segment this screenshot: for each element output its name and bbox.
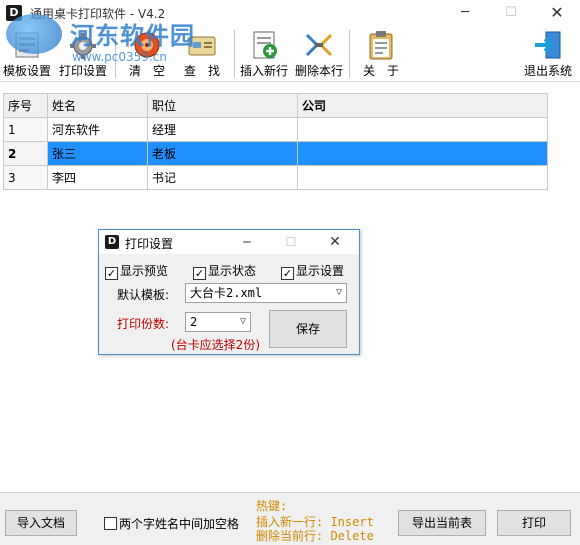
name-space-checkbox[interactable]: 两个字姓名中间加空格 [104,515,239,531]
dialog-title-bar[interactable]: D 打印设置 ─ ☐ ✕ [99,230,359,254]
table-row-selected[interactable]: 2 张三 老板 [3,141,548,166]
show-status-label: 显示状态 [208,264,257,278]
cell-position[interactable]: 经理 [147,117,298,142]
checkbox-checked-icon: ✓ [281,267,294,280]
print-settings-dialog: D 打印设置 ─ ☐ ✕ ✓ 显示预览 ✓ 显示状态 ✓ 显示设置 默认模板: 大台卡… [98,229,360,355]
show-status-checkbox[interactable]: ✓ 显示状态 [193,262,257,280]
close-button[interactable]: ✕ [534,0,580,26]
toolbar-separator [115,30,116,78]
copies-select-value: 2 [190,315,198,329]
print-settings-label: 打印设置 [58,64,107,78]
show-settings-label: 显示设置 [296,264,345,278]
insert-row-label: 插入新行 [239,64,288,78]
insert-row-button[interactable]: 插入新行 [237,26,291,82]
table-row[interactable]: 3 李四 书记 [3,165,548,190]
cell-index[interactable]: 1 [3,117,48,142]
name-space-label: 两个字姓名中间加空格 [119,517,240,531]
dialog-logo-icon: D [105,235,119,249]
save-button[interactable]: 保存 [269,310,347,348]
column-header-name[interactable]: 姓名 [47,93,148,118]
exit-button[interactable]: 退出系统 [520,26,576,82]
exit-label: 退出系统 [523,64,572,78]
cell-company[interactable] [297,165,548,190]
about-label: 关 于 [362,64,399,78]
template-select-value: 大台卡2.xml [190,286,263,300]
template-label: 默认模板: [117,288,170,302]
clear-label: 清 空 [128,64,165,78]
delete-row-icon [305,33,333,57]
grid-header-row: 序号 姓名 职位 公司 [3,93,548,118]
print-settings-button[interactable]: 打印设置 [56,26,110,82]
column-header-company[interactable]: 公司 [297,93,548,118]
copies-select[interactable]: 2 ▽ [185,312,251,332]
show-preview-checkbox[interactable]: ✓ 显示预览 [105,262,169,280]
show-preview-label: 显示预览 [120,264,169,278]
app-logo-icon: D [6,5,22,21]
template-settings-label: 模板设置 [2,64,51,78]
clipboard-icon [369,31,393,60]
dialog-minimize-button[interactable]: ─ [227,230,267,254]
template-icon [15,32,39,58]
toolbar-separator [234,30,235,78]
show-settings-checkbox[interactable]: ✓ 显示设置 [281,262,345,280]
toolbar-separator [349,30,350,78]
cell-index[interactable]: 2 [3,141,48,166]
exit-icon [535,31,561,59]
export-table-button[interactable]: 导出当前表 [398,510,486,536]
cell-index[interactable]: 3 [3,165,48,190]
dialog-close-button[interactable]: ✕ [315,230,355,254]
checkbox-checked-icon: ✓ [193,267,206,280]
delete-row-button[interactable]: 删除本行 [292,26,346,82]
bottom-bar: 导入文档 两个字姓名中间加空格 热键: 插入新一行: Insert 删除当前行:… [0,492,580,545]
title-bar: D 通用桌卡打印软件 - V4.2 ─ ☐ ✕ [0,0,580,26]
copies-label: 打印份数: [117,317,170,331]
cell-company[interactable] [297,117,548,142]
toolbar: 模板设置 打印设置 清 空 查 找 插入新行 删除本行 关 于 退出系统 [0,26,580,82]
insert-row-icon [253,31,277,59]
template-settings-button[interactable]: 模板设置 [0,26,54,82]
data-grid[interactable]: 序号 姓名 职位 公司 1 河东软件 经理 2 张三 老板 3 李四 书记 [3,93,548,190]
about-button[interactable]: 关 于 [352,26,410,82]
cell-name[interactable]: 李四 [47,165,148,190]
dialog-maximize-button[interactable]: ☐ [271,230,311,254]
find-label: 查 找 [183,64,220,78]
template-select[interactable]: 大台卡2.xml ▽ [185,283,347,303]
hotkey-delete: 删除当前行: Delete [256,529,374,543]
gear-icon [70,33,96,59]
table-row[interactable]: 1 河东软件 经理 [3,117,548,142]
cell-position[interactable]: 书记 [147,165,298,190]
maximize-button[interactable]: ☐ [488,0,534,26]
window-title: 通用桌卡打印软件 - V4.2 [30,7,166,21]
dialog-title: 打印设置 [125,237,174,251]
column-header-index[interactable]: 序号 [3,93,48,118]
copies-hint: (台卡应选择2份) [171,338,260,352]
cell-company[interactable] [297,141,548,166]
find-icon [188,36,216,56]
import-document-button[interactable]: 导入文档 [5,510,77,536]
hotkey-title: 热键: [256,499,288,513]
minimize-button[interactable]: ─ [442,0,488,26]
print-button[interactable]: 打印 [497,510,571,536]
find-button[interactable]: 查 找 [176,26,228,82]
checkbox-checked-icon: ✓ [105,267,118,280]
cell-name[interactable]: 张三 [47,141,148,166]
cell-name[interactable]: 河东软件 [47,117,148,142]
checkbox-unchecked-icon [104,517,117,530]
clear-icon [134,32,160,58]
delete-row-label: 删除本行 [294,64,343,78]
chevron-down-icon: ▽ [239,316,246,327]
column-header-position[interactable]: 职位 [147,93,298,118]
cell-position[interactable]: 老板 [147,141,298,166]
chevron-down-icon: ▽ [335,287,342,298]
clear-button[interactable]: 清 空 [118,26,176,82]
